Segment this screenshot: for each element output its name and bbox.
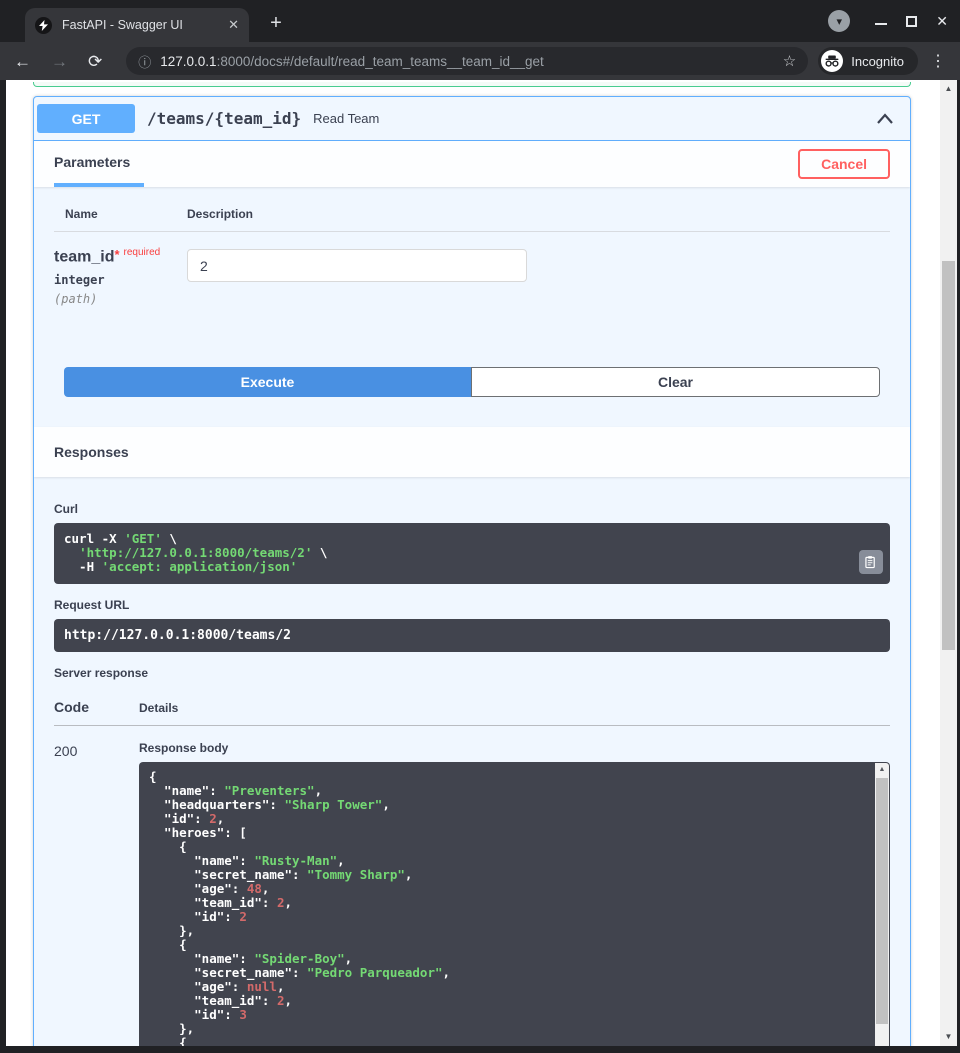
parameters-title: Parameters — [54, 154, 130, 170]
maximize-button[interactable] — [906, 16, 917, 27]
previous-operation-block-edge — [33, 82, 911, 87]
responses-header: Responses — [34, 427, 910, 477]
parameter-location: (path) — [54, 292, 187, 306]
server-response-label: Server response — [54, 666, 890, 680]
curl-label: Curl — [54, 502, 890, 516]
tab-close-icon[interactable]: ✕ — [228, 17, 239, 33]
url-text[interactable]: 127.0.0.1:8000/docs#/default/read_team_t… — [160, 54, 775, 69]
minimize-icon — [875, 23, 887, 25]
chevron-up-icon — [876, 113, 894, 125]
execute-row: Execute Clear — [64, 367, 880, 397]
response-body-block: { "name": "Preventers", "headquarters": … — [139, 762, 890, 1046]
clipboard-icon — [865, 555, 877, 569]
browser-tab-bar: FastAPI - Swagger UI ✕ + ▾ ✕ — [0, 0, 960, 42]
method-badge: GET — [37, 104, 135, 133]
page-scroll-up-icon[interactable]: ▲ — [940, 82, 957, 96]
new-tab-button[interactable]: + — [262, 9, 290, 37]
browser-update-icon[interactable]: ▾ — [828, 10, 850, 32]
bookmark-star-icon[interactable]: ☆ — [783, 52, 796, 70]
url-host: 127.0.0.1 — [160, 54, 216, 69]
swagger-page: GET /teams/{team_id} Read Team Parameter… — [6, 80, 957, 1046]
tab-parameters[interactable]: Parameters — [54, 141, 144, 187]
required-label: required — [124, 247, 161, 258]
url-path: :8000/docs#/default/read_team_teams__tea… — [217, 54, 544, 69]
response-table-head: Code Details — [54, 699, 890, 726]
parameter-value-cell — [187, 247, 890, 306]
parameters-table-head: Name Description — [54, 201, 890, 232]
column-name-header: Name — [54, 201, 187, 231]
curl-command: curl -X 'GET' \ 'http://127.0.0.1:8000/t… — [64, 532, 850, 574]
response-body-json: { "name": "Preventers", "headquarters": … — [149, 770, 866, 1046]
details-column-header: Details — [139, 701, 890, 715]
curl-command-block: curl -X 'GET' \ 'http://127.0.0.1:8000/t… — [54, 523, 890, 584]
execute-button[interactable]: Execute — [64, 367, 471, 397]
back-icon[interactable]: ← — [14, 53, 31, 70]
browser-menu-icon[interactable]: ⋮ — [930, 51, 946, 71]
parameter-type: integer — [54, 273, 187, 287]
team-id-input[interactable] — [187, 249, 527, 282]
response-details: Response body { "name": "Preventers", "h… — [139, 741, 890, 1046]
request-url-value: http://127.0.0.1:8000/teams/2 — [54, 619, 890, 652]
incognito-label: Incognito — [851, 54, 904, 69]
tab-title: FastAPI - Swagger UI — [62, 18, 222, 32]
operation-summary: Read Team — [313, 111, 876, 126]
cancel-button[interactable]: Cancel — [798, 149, 890, 179]
required-asterisk: * — [114, 247, 119, 262]
parameters-header: Parameters Cancel — [34, 141, 910, 187]
page-scroll-down-icon[interactable]: ▼ — [940, 1030, 957, 1044]
browser-tab[interactable]: FastAPI - Swagger UI ✕ — [25, 8, 249, 42]
page-scrollbar[interactable]: ▲ ▼ — [940, 80, 957, 1046]
operation-path: /teams/{team_id} — [147, 109, 301, 128]
browser-toolbar: ← → ⟳ ⓘ 127.0.0.1:8000/docs#/default/rea… — [0, 42, 960, 80]
request-url-label: Request URL — [54, 598, 890, 612]
parameter-name: team_id*required — [54, 247, 187, 266]
forward-icon[interactable]: → — [51, 53, 68, 70]
scroll-up-icon[interactable]: ▲ — [875, 764, 889, 776]
incognito-icon — [821, 50, 843, 72]
response-row: 200 Response body { "name": "Preventers"… — [54, 741, 890, 1046]
clear-button[interactable]: Clear — [471, 367, 880, 397]
operation-header[interactable]: GET /teams/{team_id} Read Team — [34, 97, 910, 141]
window-controls: ▾ ✕ — [828, 0, 948, 42]
responses-body: Curl curl -X 'GET' \ 'http://127.0.0.1:8… — [34, 477, 910, 1046]
page-content: GET /teams/{team_id} Read Team Parameter… — [6, 80, 940, 1046]
column-description-header: Description — [187, 201, 890, 231]
status-code: 200 — [54, 741, 139, 1046]
site-info-icon[interactable]: ⓘ — [138, 52, 151, 71]
get-operation-block: GET /teams/{team_id} Read Team Parameter… — [33, 96, 911, 1046]
incognito-badge: Incognito — [818, 47, 918, 75]
address-bar[interactable]: ⓘ 127.0.0.1:8000/docs#/default/read_team… — [126, 47, 808, 75]
parameter-meta: team_id*required integer (path) — [54, 247, 187, 306]
maximize-icon — [906, 16, 917, 27]
parameter-row: team_id*required integer (path) — [54, 232, 890, 306]
copy-to-clipboard-button[interactable] — [859, 550, 883, 574]
response-scrollbar-thumb[interactable] — [876, 778, 888, 1024]
response-body-label: Response body — [139, 741, 890, 755]
minimize-button[interactable] — [875, 17, 887, 25]
fastapi-favicon-icon — [35, 17, 52, 34]
collapse-operation-button[interactable] — [876, 113, 894, 125]
reload-icon[interactable]: ⟳ — [88, 53, 102, 70]
page-scrollbar-thumb[interactable] — [942, 261, 955, 650]
responses-title: Responses — [54, 444, 129, 460]
window-close-button[interactable]: ✕ — [936, 14, 948, 28]
code-column-header: Code — [54, 699, 139, 715]
response-body-scrollbar[interactable]: ▲ — [875, 763, 889, 1046]
parameters-body: Name Description team_id*required intege… — [34, 187, 910, 397]
